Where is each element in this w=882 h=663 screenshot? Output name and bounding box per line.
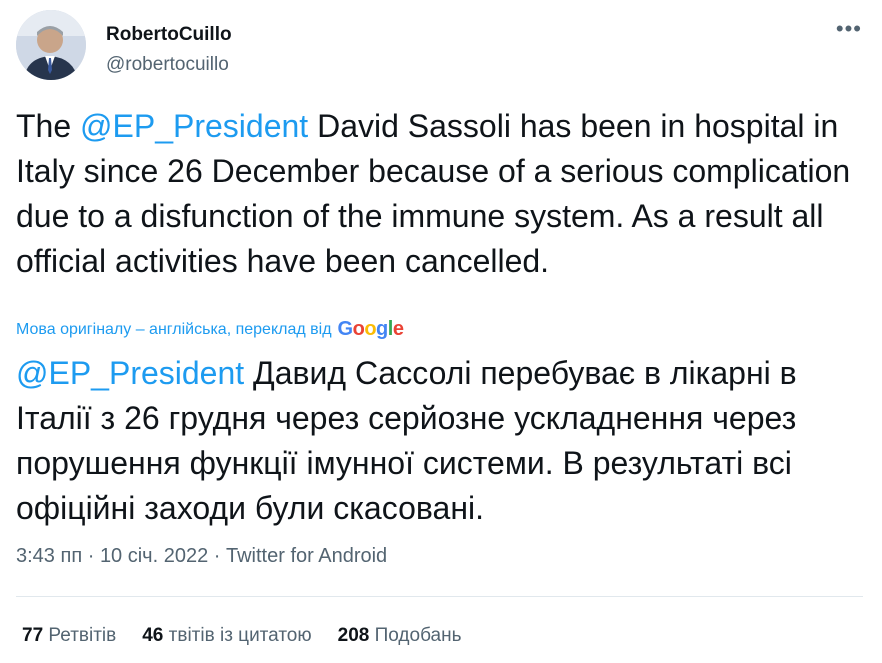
display-name[interactable]: RobertoCuillo — [106, 24, 232, 46]
translated-mention-link[interactable]: @EP_President — [16, 355, 244, 391]
avatar-photo — [16, 10, 86, 80]
tweet-text: The @EP_President David Sassoli has been… — [16, 104, 866, 284]
tweet-source[interactable]: Twitter for Android — [226, 545, 387, 567]
meta-separator-2: · — [208, 545, 226, 567]
user-handle[interactable]: @robertocuillo — [106, 54, 229, 76]
tweet-time[interactable]: 3:43 пп — [16, 545, 82, 567]
likes-stat[interactable]: 208 Подобань — [338, 625, 462, 647]
avatar[interactable] — [16, 10, 86, 80]
tweet-date[interactable]: 10 січ. 2022 — [100, 545, 208, 567]
google-logo: Google — [337, 318, 404, 340]
retweets-stat[interactable]: 77 Ретвітів — [22, 625, 116, 647]
translated-text: @EP_President Давид Сассолі перебуває в … — [16, 351, 866, 531]
retweets-label: Ретвітів — [48, 625, 117, 646]
quotes-label: твітів із цитатою — [168, 625, 312, 646]
quotes-count: 46 — [142, 625, 164, 646]
retweets-count: 77 — [22, 625, 44, 646]
quotes-stat[interactable]: 46 твітів із цитатою — [142, 625, 311, 647]
tweet-meta: 3:43 пп · 10 січ. 2022 · Twitter for And… — [16, 545, 387, 568]
meta-separator: · — [82, 545, 100, 567]
likes-count: 208 — [337, 625, 370, 646]
tweet-header: RobertoCuillo @robertocuillo ••• — [16, 10, 866, 82]
engagement-stats: 77 Ретвітів 46 твітів із цитатою 208 Под… — [22, 625, 461, 647]
translation-note: Мова оригіналу – англійська, переклад ві… — [16, 318, 404, 341]
likes-label: Подобань — [374, 625, 462, 646]
tweet-text-prefix: The — [16, 108, 81, 144]
more-dots-icon[interactable]: ••• — [836, 16, 862, 42]
translation-note-text: Мова оригіналу – англійська, переклад ві… — [16, 320, 332, 338]
divider — [16, 596, 863, 597]
mention-link[interactable]: @EP_President — [80, 108, 308, 144]
